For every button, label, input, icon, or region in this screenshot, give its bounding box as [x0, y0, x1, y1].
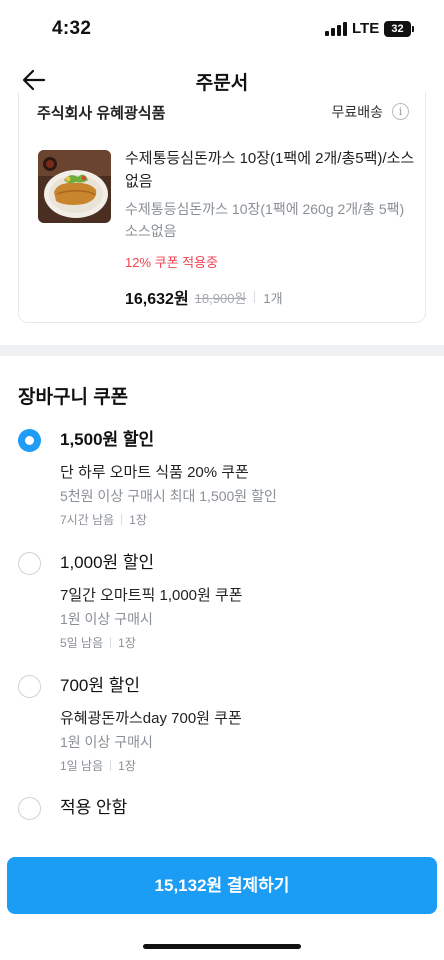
coupon-name: 유혜광돈까스day 700원 쿠폰 [60, 710, 242, 727]
pay-button[interactable]: 15,132원 결제하기 [7, 857, 437, 914]
product-option: 수제통등심돈까스 10장(1팩에 260g 2개/총 5팩)소스없음 [125, 201, 405, 239]
home-indicator [143, 944, 301, 949]
coupon-count: 1장 [118, 759, 136, 773]
coupon-name: 단 하루 오마트 식품 20% 쿠폰 [60, 464, 249, 481]
page-title: 주문서 [195, 73, 249, 94]
coupon-count: 1장 [118, 636, 136, 650]
coupon-condition: 1원 이상 구매시 [60, 611, 153, 627]
radio-button-selected[interactable] [18, 429, 41, 452]
product-title[interactable]: 수제통등심돈까스 10장(1팩에 2개/총5팩)/소스없음 [125, 147, 415, 193]
no-coupon-label: 적용 안함 [60, 798, 128, 817]
coupon-condition: 1원 이상 구매시 [60, 734, 153, 750]
coupon-remaining-time: 1일 남음 [60, 759, 104, 773]
coupon-option[interactable]: 1,500원 할인 단 하루 오마트 식품 20% 쿠폰 5천원 이상 구매시 … [18, 429, 426, 529]
coupon-amount: 1,000원 할인 [60, 553, 155, 572]
coupon-meta: 7시간 남음 1장 [60, 511, 147, 528]
coupon-remaining-time: 5일 남음 [60, 636, 104, 650]
status-bar: 4:32 LTE 32 [0, 0, 444, 56]
battery-icon: 32 [384, 21, 411, 37]
battery-tip [412, 26, 414, 32]
cellular-signal-icon [325, 22, 347, 36]
coupon-name: 7일간 오마트픽 1,000원 쿠폰 [60, 587, 243, 604]
coupon-amount: 700원 할인 [60, 676, 141, 695]
info-icon[interactable]: i [392, 103, 409, 120]
no-coupon-option[interactable]: 적용 안함 [18, 797, 426, 823]
divider [121, 514, 123, 525]
sale-price: 16,632원 [125, 291, 189, 308]
coupon-option[interactable]: 700원 할인 유혜광돈까스day 700원 쿠폰 1원 이상 구매시 1일 남… [18, 675, 426, 775]
coupon-applied-label: 12% 쿠폰 적용중 [125, 255, 219, 270]
divider [110, 760, 112, 771]
radio-button[interactable] [18, 675, 41, 698]
coupon-option[interactable]: 1,000원 할인 7일간 오마트픽 1,000원 쿠폰 1원 이상 구매시 5… [18, 552, 426, 652]
quantity: 1개 [263, 290, 283, 306]
coupon-meta: 5일 남음 1장 [60, 634, 136, 651]
product-info: 수제통등심돈까스 10장(1팩에 2개/총5팩)/소스없음 수제통등심돈까스 1… [125, 147, 415, 309]
coupon-condition: 5천원 이상 구매시 최대 1,500원 할인 [60, 488, 277, 504]
coupon-amount: 1,500원 할인 [60, 430, 155, 449]
radio-button[interactable] [18, 552, 41, 575]
price-row: 16,632원 18,900원 1개 [125, 285, 415, 309]
cart-coupon-title: 장바구니 쿠폰 [18, 387, 129, 408]
product-image [38, 150, 111, 223]
coupon-meta: 1일 남음 1장 [60, 757, 136, 774]
coupon-count: 1장 [129, 513, 147, 527]
shipping-label: 무료배송 [331, 104, 383, 120]
order-item-card: 주식회사 유혜광식품 무료배송 i 수제통등심돈까스 10장(1팩에 2개/총5… [18, 92, 426, 323]
section-divider [0, 345, 444, 356]
coupon-remaining-time: 7시간 남음 [60, 513, 115, 527]
network-label: LTE [352, 20, 380, 37]
original-price: 18,900원 [194, 290, 247, 306]
seller-row: 주식회사 유혜광식품 무료배송 i [37, 102, 409, 124]
radio-button[interactable] [18, 797, 41, 820]
seller-name: 주식회사 유혜광식품 [37, 105, 166, 122]
divider [254, 291, 256, 303]
status-time: 4:32 [52, 18, 92, 39]
divider [110, 637, 112, 648]
